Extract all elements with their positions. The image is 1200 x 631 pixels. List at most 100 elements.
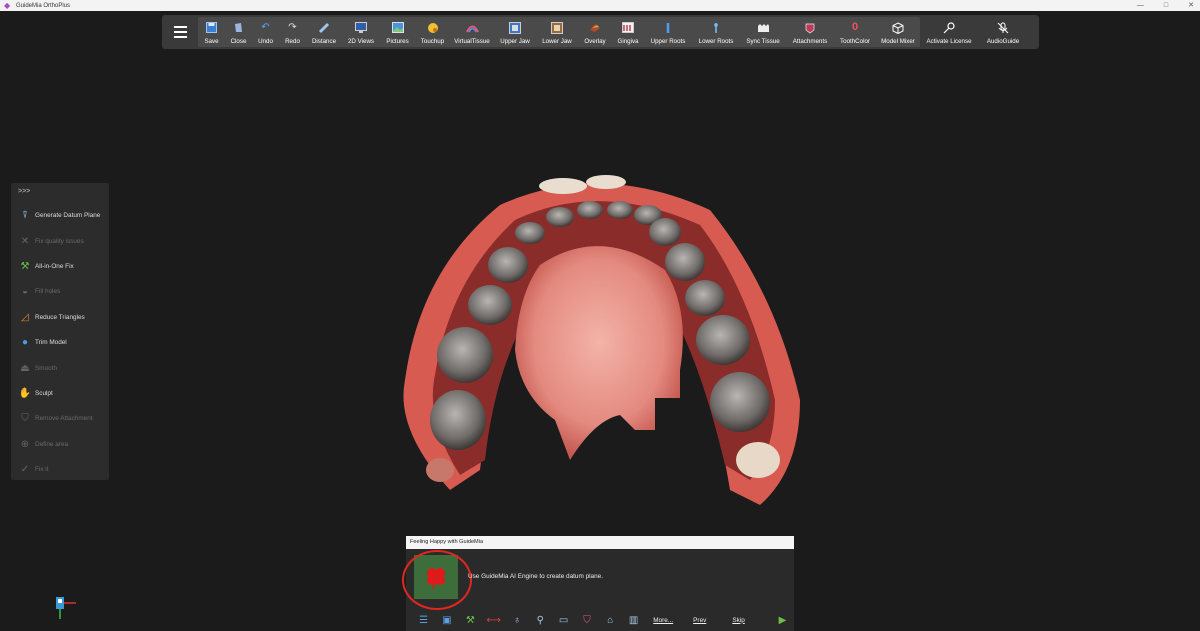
remove-attachment-icon: ⛉ bbox=[21, 413, 29, 425]
guide-toolbar: ☰ ▣ ⚒ ⟷ ♁ ⚲ ▭ ⛉ ⌂ ▥ More... Prev Skip ▶ bbox=[406, 609, 794, 631]
axis-gizmo-icon bbox=[56, 597, 76, 619]
undo-icon: ↶ bbox=[261, 22, 270, 33]
side-item-smooth[interactable]: ⏏ Smooth bbox=[11, 355, 109, 380]
side-item-remove-attachment[interactable]: ⛉ Remove Attachment bbox=[11, 406, 109, 431]
monitor-icon[interactable]: ▭ bbox=[552, 615, 575, 626]
side-item-label: Sculpt bbox=[35, 389, 53, 397]
virtualtissue-button[interactable]: VirtualTissue bbox=[450, 17, 494, 47]
gingiva-icon bbox=[622, 21, 635, 34]
hammer-wrench-icon[interactable]: ⚒ bbox=[459, 615, 482, 626]
upper-jaw-icon bbox=[509, 21, 522, 34]
side-item-trim-model[interactable]: ● Trim Model bbox=[11, 330, 109, 355]
pictures-button[interactable]: Pictures bbox=[380, 17, 415, 47]
dental-arch-3d-model[interactable] bbox=[380, 170, 820, 520]
side-item-reduce-triangles[interactable]: ◿ Reduce Triangles bbox=[11, 305, 109, 330]
side-item-define-area[interactable]: ⊕ Define area bbox=[11, 432, 109, 457]
toolbar-group-license: Activate License AudioGuide bbox=[920, 17, 1028, 47]
side-item-label: Trim Model bbox=[35, 339, 67, 347]
window-title: GuideMia OrthoPlus bbox=[16, 2, 71, 9]
side-item-label: Reduce Triangles bbox=[35, 313, 85, 321]
window-controls: — □ ✕ bbox=[1137, 0, 1194, 11]
trim-icon: ● bbox=[21, 337, 29, 349]
minimize-button[interactable]: — bbox=[1137, 0, 1144, 11]
expand-panel-button[interactable]: >>> bbox=[11, 183, 109, 203]
datum-plane-icon: ⍒ bbox=[22, 210, 28, 222]
ruler-icon[interactable]: ⟷ bbox=[482, 615, 505, 626]
side-item-fix-quality-issues[interactable]: ✕ Fix quality issues bbox=[11, 228, 109, 253]
side-item-sculpt[interactable]: ✋ Sculpt bbox=[11, 381, 109, 406]
tools-cross-icon: ✕ bbox=[20, 235, 30, 247]
side-item-label: Generate Datum Plane bbox=[35, 212, 101, 220]
side-item-fix-it[interactable]: ✓ Fix it bbox=[11, 457, 109, 482]
touchup-button[interactable]: Touchup bbox=[415, 17, 450, 47]
overlay-icon bbox=[589, 21, 602, 34]
side-item-label: Smooth bbox=[35, 364, 58, 372]
side-item-label: Fix it bbox=[35, 466, 49, 474]
model-tools-panel: >>> ⍒ Generate Datum Plane ✕ Fix quality is… bbox=[11, 183, 109, 480]
define-area-icon: ⊕ bbox=[20, 438, 30, 450]
sculpt-icon: ✋ bbox=[18, 387, 32, 399]
side-item-label: Fix quality issues bbox=[35, 237, 84, 245]
save-icon[interactable]: ▣ bbox=[435, 615, 458, 626]
model-mixer-button[interactable]: Model Mixer bbox=[876, 17, 920, 47]
list-icon[interactable]: ☰ bbox=[412, 615, 435, 626]
skip-link[interactable]: Skip bbox=[732, 617, 744, 624]
monitor-icon bbox=[355, 21, 368, 34]
side-item-label: Define area bbox=[35, 440, 69, 448]
activate-license-button[interactable]: Activate License bbox=[920, 17, 978, 47]
lower-roots-icon bbox=[710, 21, 723, 34]
side-item-label: Fill holes bbox=[35, 288, 61, 296]
tooth-outline-icon[interactable]: ♁ bbox=[505, 615, 528, 626]
guide-dialog-title: Feeling Happy with GuideMia bbox=[406, 536, 794, 549]
check-wave-icon: ✓ bbox=[20, 464, 30, 476]
attachment-icon[interactable]: ⛉ bbox=[575, 615, 598, 626]
side-item-fill-holes[interactable]: ◒ Fill holes bbox=[11, 279, 109, 304]
save-button[interactable]: Save bbox=[198, 17, 225, 47]
bank-icon[interactable]: ⌂ bbox=[599, 615, 622, 626]
key-icon bbox=[943, 21, 956, 34]
guide-dialog: Feeling Happy with GuideMia Use GuideMia… bbox=[402, 536, 794, 631]
lower-roots-button[interactable]: Lower Roots bbox=[692, 17, 740, 47]
side-item-generate-datum-plane[interactable]: ⍒ Generate Datum Plane bbox=[11, 203, 109, 228]
prev-link[interactable]: Prev bbox=[693, 617, 706, 624]
redo-button[interactable]: ↷ Redo bbox=[279, 17, 306, 47]
iron-icon: ⏏ bbox=[20, 362, 30, 374]
tooth-color-icon: 0 bbox=[851, 21, 859, 33]
cube-icon bbox=[892, 21, 905, 34]
2d-views-button[interactable]: 2D Views bbox=[342, 17, 380, 47]
attachments-button[interactable]: Attachments bbox=[786, 17, 834, 47]
teeth-chart-icon[interactable]: ▥ bbox=[622, 615, 645, 626]
toothcolor-button[interactable]: 0 ToothColor bbox=[834, 17, 876, 47]
lower-jaw-button[interactable]: Lower Jaw bbox=[536, 17, 578, 47]
next-step-icon[interactable]: ▶ bbox=[771, 615, 794, 626]
sync-tissue-button[interactable]: Sync Tissue bbox=[740, 17, 786, 47]
attachment-icon bbox=[804, 21, 817, 34]
undo-button[interactable]: ↶ Undo bbox=[252, 17, 279, 47]
sync-tissue-icon bbox=[757, 21, 770, 34]
overlay-button[interactable]: Overlay bbox=[578, 17, 612, 47]
more-link[interactable]: More... bbox=[653, 617, 673, 624]
window-titlebar: ◆ GuideMia OrthoPlus — □ ✕ bbox=[0, 0, 1200, 11]
gingiva-button[interactable]: Gingiva bbox=[612, 17, 644, 47]
distance-button[interactable]: Distance bbox=[306, 17, 342, 47]
tissue-icon bbox=[465, 21, 479, 34]
save-icon bbox=[205, 21, 218, 34]
close-button[interactable]: Close bbox=[225, 17, 252, 47]
side-item-label: Remove Attachment bbox=[35, 415, 93, 423]
upper-roots-button[interactable]: Upper Roots bbox=[644, 17, 692, 47]
lower-jaw-icon bbox=[551, 21, 564, 34]
close-file-icon bbox=[232, 21, 245, 34]
maximize-button[interactable]: □ bbox=[1164, 0, 1168, 11]
hamburger-menu-icon[interactable] bbox=[162, 15, 198, 49]
ruler-icon bbox=[318, 21, 331, 34]
fill-holes-icon: ◒ bbox=[21, 286, 29, 298]
upper-jaw-button[interactable]: Upper Jaw bbox=[494, 17, 536, 47]
side-item-all-in-one-fix[interactable]: ⚒ All-in-One Fix bbox=[11, 254, 109, 279]
audioguide-button[interactable]: AudioGuide bbox=[978, 17, 1028, 47]
redo-icon: ↷ bbox=[288, 22, 297, 33]
tooth-search-icon[interactable]: ⚲ bbox=[529, 615, 552, 626]
close-window-button[interactable]: ✕ bbox=[1188, 0, 1194, 11]
upper-roots-icon bbox=[662, 21, 675, 34]
guide-message: Use GuideMia AI Engine to create datum p… bbox=[468, 573, 603, 580]
touchup-icon bbox=[426, 21, 439, 34]
